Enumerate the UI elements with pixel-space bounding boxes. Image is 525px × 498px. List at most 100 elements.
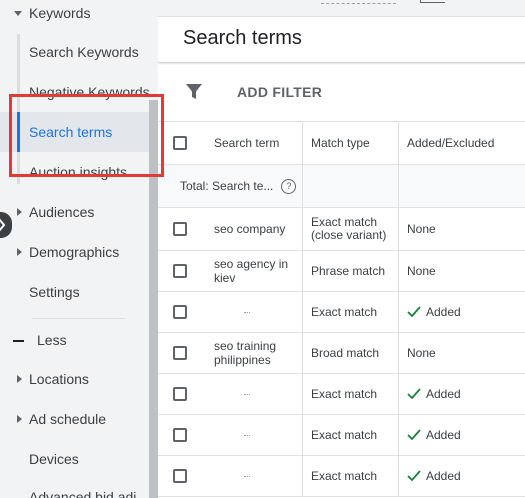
sidebar-item-label: Advanced bid adj. (29, 489, 141, 498)
check-icon (407, 306, 421, 318)
sidebar-item-label: Ad schedule (29, 411, 107, 427)
search-term-cell (202, 415, 302, 455)
chevron-right-icon (17, 248, 22, 256)
status-label: Added (426, 387, 461, 401)
cropped-element (420, 0, 445, 3)
sidebar-item-devices[interactable]: Devices (0, 439, 150, 479)
row-checkbox[interactable] (173, 222, 187, 236)
chevron-right-icon (0, 218, 6, 232)
sidebar-item-label: Locations (29, 371, 89, 387)
added-excluded-cell: Added (398, 374, 525, 414)
match-type-cell: Phrase match (302, 251, 398, 291)
search-term-cell (202, 292, 302, 332)
redacted-term (244, 475, 250, 477)
row-checkbox[interactable] (173, 346, 187, 360)
row-checkbox[interactable] (173, 469, 187, 483)
status-label: None (407, 346, 436, 360)
sidebar-item-label: Audiences (29, 204, 95, 220)
status-label: Added (426, 469, 461, 483)
check-icon (407, 429, 421, 441)
row-check-cell (158, 456, 202, 496)
table-row[interactable]: Exact match Added (158, 292, 525, 333)
chevron-right-icon (17, 415, 22, 423)
search-term-cell: seo agency in kiev (214, 257, 289, 285)
table-row[interactable]: Exact match Added (158, 415, 525, 456)
status-label: None (407, 264, 436, 278)
table-row[interactable]: Exact match Added (158, 456, 525, 497)
sidebar-item-label: Demographics (29, 244, 120, 260)
match-type-cell: Exact match (302, 415, 398, 455)
search-term-cell: seo training philippines (214, 339, 277, 367)
status-label: None (407, 222, 436, 236)
sidebar-item-ad-schedule[interactable]: Ad schedule (0, 399, 150, 439)
added-excluded-cell: Added (398, 456, 525, 496)
row-checkbox[interactable] (173, 264, 187, 278)
add-filter-button[interactable]: ADD FILTER (237, 84, 322, 100)
check-icon (407, 388, 421, 400)
check-icon (407, 470, 421, 482)
added-excluded-cell: None (398, 251, 525, 291)
sidebar-group-keywords[interactable]: Keywords (0, 0, 150, 33)
table-row[interactable]: seo training philippines Broad match None (158, 333, 525, 374)
select-all-cell (158, 122, 202, 164)
sidebar: Keywords Search Keywords Negative Keywor… (0, 0, 158, 498)
added-excluded-cell: Added (398, 415, 525, 455)
match-type-cell: Exact match (302, 292, 398, 332)
row-check-cell (158, 374, 202, 414)
chevron-down-icon (14, 11, 22, 16)
sidebar-item-label: Devices (29, 451, 79, 467)
table-row[interactable]: Exact match Added (158, 374, 525, 415)
sidebar-item-search-keywords[interactable]: Search Keywords (0, 32, 150, 72)
added-excluded-cell: None (398, 208, 525, 250)
added-excluded-cell: None (398, 333, 525, 373)
search-term-cell: seo company (214, 222, 286, 236)
table-total-row: Total: Search te... ? (158, 165, 525, 208)
row-checkbox[interactable] (173, 428, 187, 442)
redacted-term (244, 434, 250, 436)
added-excluded-cell: Added (398, 292, 525, 332)
sidebar-group-label: Keywords (29, 5, 91, 21)
row-check-cell (158, 251, 202, 291)
match-type-cell: Broad match (302, 333, 398, 373)
column-header-term[interactable]: Search term (202, 122, 302, 164)
column-header-added[interactable]: Added/Excluded (398, 122, 525, 164)
redacted-term (244, 393, 250, 395)
sidebar-item-label: Search Keywords (29, 44, 139, 60)
chevron-right-icon (17, 375, 22, 383)
row-check-cell (158, 333, 202, 373)
filter-icon[interactable] (185, 83, 203, 100)
top-strip (158, 0, 525, 17)
sidebar-item-audiences[interactable]: Audiences (0, 192, 150, 232)
select-all-checkbox[interactable] (173, 136, 187, 150)
table-row[interactable]: seo company Exact match (close variant) No… (158, 208, 525, 251)
highlight-annotation (9, 94, 164, 177)
row-check-cell (158, 208, 202, 250)
sidebar-item-advanced[interactable]: Advanced bid adj. (0, 477, 150, 498)
sidebar-item-label: Less (37, 332, 67, 348)
row-checkbox[interactable] (173, 387, 187, 401)
help-icon[interactable]: ? (281, 178, 297, 194)
sidebar-item-settings[interactable]: Settings (0, 272, 150, 312)
status-label: Added (426, 305, 461, 319)
match-type-cell: Exact match (302, 374, 398, 414)
sidebar-divider (32, 318, 125, 319)
sidebar-item-locations[interactable]: Locations (0, 359, 150, 399)
match-type-cell: Exact match (close variant) (302, 208, 398, 250)
row-checkbox[interactable] (173, 305, 187, 319)
total-cell: Total: Search te... ? (158, 165, 302, 207)
page-title: Search terms (183, 27, 302, 49)
column-header-match[interactable]: Match type (302, 122, 398, 164)
table-row[interactable]: seo agency in kiev Phrase match None (158, 251, 525, 292)
status-label: Added (426, 428, 461, 442)
total-match-cell (302, 165, 398, 207)
sidebar-item-demographics[interactable]: Demographics (0, 232, 150, 272)
row-check-cell (158, 292, 202, 332)
match-type-cell: Exact match (302, 456, 398, 496)
minus-icon (13, 340, 24, 342)
sidebar-item-label: Settings (29, 284, 80, 300)
cropped-element (321, 3, 396, 4)
search-term-cell (202, 456, 302, 496)
row-check-cell (158, 415, 202, 455)
redacted-term (244, 311, 250, 313)
total-added-cell (398, 165, 525, 207)
